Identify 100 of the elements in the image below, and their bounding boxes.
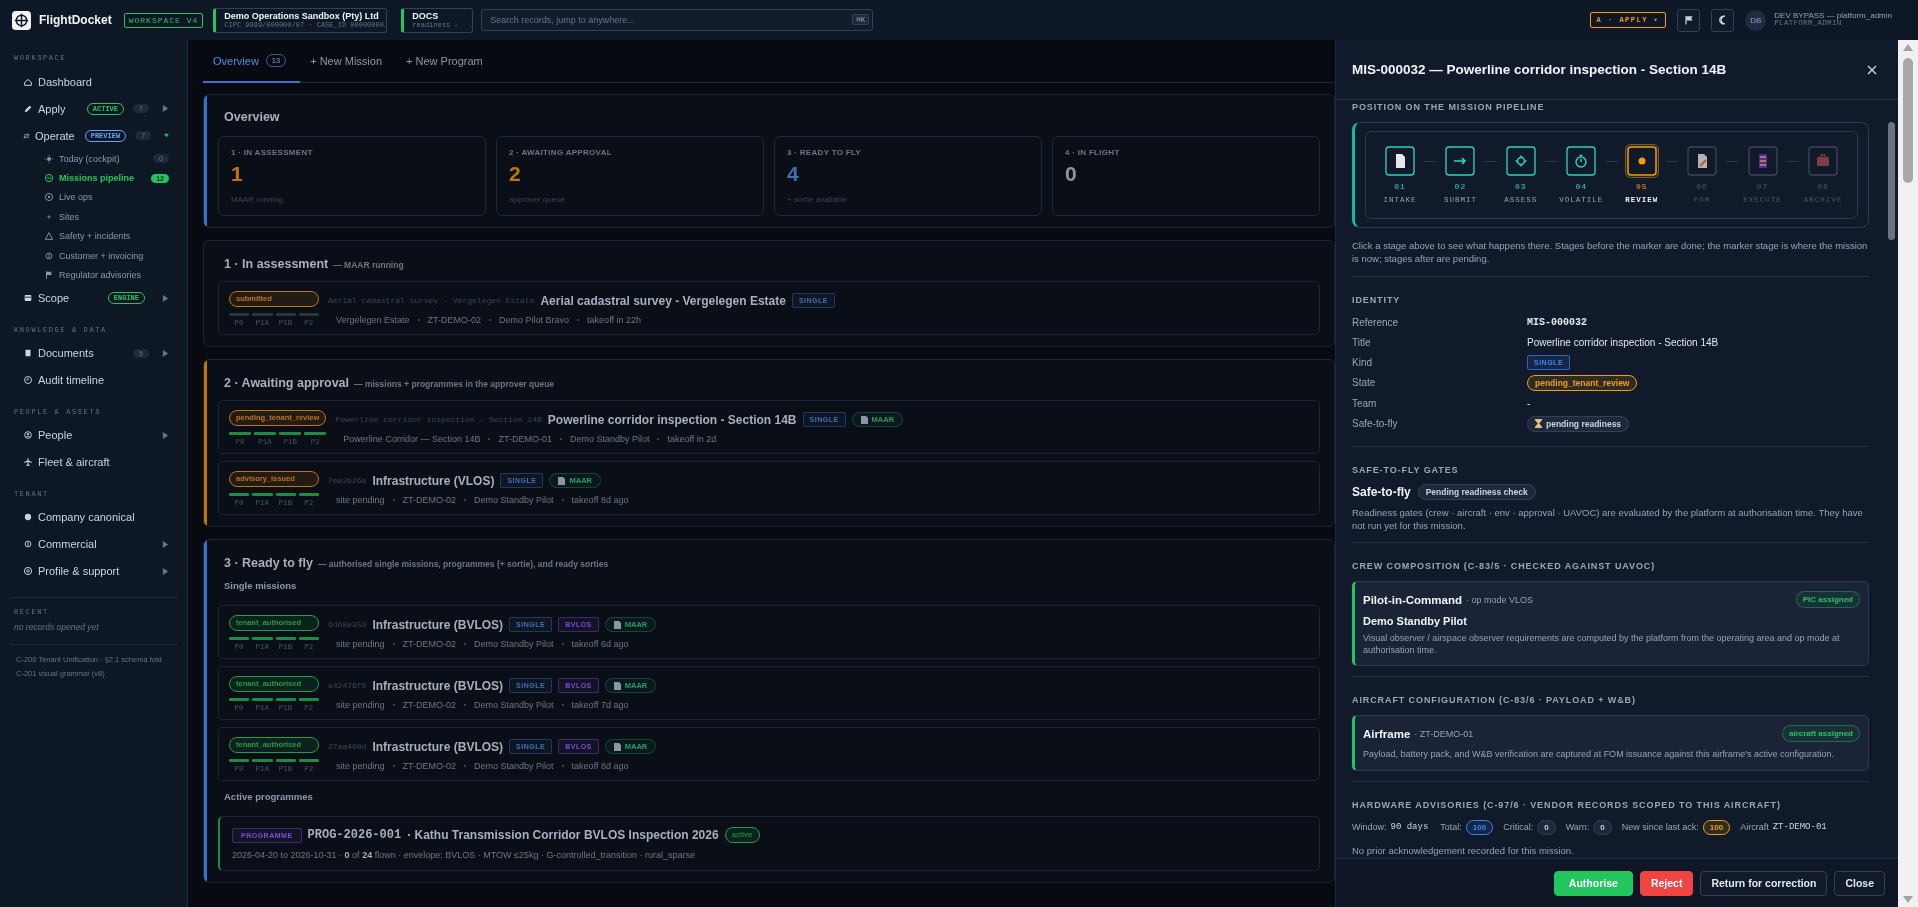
- section-heading: SAFE-TO-FLY GATES: [1352, 463, 1460, 476]
- readiness-pill: pending readiness: [1527, 415, 1630, 432]
- theme-button[interactable]: [1711, 8, 1735, 32]
- document-icon: [1383, 144, 1417, 178]
- mission-meta: takeoff in 22h: [587, 315, 641, 325]
- stat-label: 4 · IN FLIGHT: [1065, 148, 1121, 157]
- person-icon: [23, 430, 33, 441]
- flag-button[interactable]: [1677, 8, 1701, 32]
- clock-icon: [23, 375, 33, 386]
- document-icon: [860, 415, 868, 424]
- section-heading: IDENTITY: [1352, 293, 1402, 306]
- stat-label: Warn:: [1565, 822, 1590, 833]
- close-icon: [1867, 64, 1877, 75]
- field-label: Title: [1352, 335, 1372, 350]
- mission-meta: site pending: [336, 639, 385, 649]
- briefcase-icon: [1805, 144, 1840, 178]
- mission-meta: Demo Standby Pilot: [474, 495, 554, 505]
- card-note: Visual observer / airspace observer requirements are computed by the platform from the operating area and op mode at authorisation time.: [1363, 632, 1841, 657]
- home-icon: [23, 76, 33, 87]
- nav-item[interactable]: Fleet & aircraft: [8, 448, 179, 476]
- stat-value: 0: [1065, 163, 1078, 184]
- nav-item[interactable]: Dashboard: [8, 68, 179, 95]
- avatar: DB: [1745, 9, 1767, 31]
- assigned-badge: PIC assigned: [1795, 591, 1860, 609]
- document-icon: [23, 348, 33, 359]
- mission-meta: takeoff 7d ago: [571, 700, 629, 710]
- nav-item[interactable]: Regulator advisories: [8, 265, 179, 285]
- section-heading: AIRCRAFT CONFIGURATION (C-83/6 · PAYLOAD + W&B): [1352, 694, 1637, 707]
- field-label: Reference: [1352, 315, 1400, 330]
- target-icon: [44, 173, 54, 184]
- mission-title: Infrastructure (VLOS): [372, 473, 495, 488]
- mission-row[interactable]: [218, 400, 1320, 454]
- stat-label: 1 · IN ASSESSMENT: [231, 148, 314, 157]
- circle-icon: [44, 192, 54, 203]
- card-note: Payload, battery pack, and W&B verification are captured at FOM issuance against this airframe's active configuration.: [1363, 748, 1835, 761]
- pencil-icon: [23, 103, 33, 114]
- panel-title: MIS-000032 — Powerline corridor inspection - Section 14B: [1352, 62, 1727, 77]
- stat-label: 3 · READY TO FLY: [787, 148, 862, 157]
- count-badge: 0: [1537, 819, 1556, 835]
- mission-meta: Demo Pilot Bravo: [499, 315, 570, 325]
- nav-item[interactable]: Safety + incidents: [8, 226, 179, 246]
- mission-meta: takeoff 8d ago: [571, 761, 629, 771]
- group-heading: Active programmes: [224, 791, 314, 802]
- mission-title: Infrastructure (BVLOS): [372, 617, 504, 632]
- pilot-name: Demo Standby Pilot: [1363, 615, 1468, 628]
- mission-meta: ZT-DEMO-02: [402, 761, 457, 771]
- section-subtitle: — missions + programmes in the approver queue: [354, 379, 555, 389]
- count-badge: 100: [1702, 819, 1731, 835]
- section-title: 2 · Awaiting approval: [224, 376, 350, 390]
- scrollbar-thumb[interactable]: [1888, 122, 1895, 240]
- app-name: FlightDocket: [39, 13, 112, 27]
- nav-item[interactable]: Profile & support: [8, 557, 179, 585]
- section-heading: HARDWARE ADVISORIES (C-97/6 · VENDOR RECORDS SCOPED TO THIS AIRCRAFT): [1352, 798, 1782, 811]
- count-badge: 100: [1465, 819, 1494, 835]
- warning-icon: [44, 231, 54, 242]
- mission-meta: takeoff 8d ago: [571, 495, 629, 505]
- mission-meta: Demo Standby Pilot: [569, 434, 650, 444]
- help-text: No prior acknowledgement recorded for this mission.: [1352, 843, 1575, 857]
- document-pencil-icon: [1685, 144, 1720, 178]
- tab[interactable]: + New Mission: [300, 40, 396, 83]
- nav-item[interactable]: People: [8, 421, 179, 449]
- down-arrow-icon: [1903, 896, 1913, 903]
- scrollbar-thumb[interactable]: [1903, 58, 1913, 183]
- field-value: Powerline corridor inspection - Section 14B: [1527, 336, 1719, 348]
- mission-title: Infrastructure (BVLOS): [372, 678, 504, 693]
- stat-label: Total:: [1440, 822, 1462, 833]
- tab[interactable]: + New Program: [396, 40, 497, 83]
- panel-title: Overview: [224, 110, 281, 124]
- readiness-pill: Pending readiness check: [1417, 483, 1536, 500]
- nav-item[interactable]: Sites: [8, 207, 179, 227]
- action-button[interactable]: Return for correction: [1700, 870, 1828, 896]
- nav-item[interactable]: Live ops: [8, 187, 179, 208]
- stopwatch-icon: [1564, 144, 1599, 178]
- nav-item[interactable]: Customer + invoicing: [8, 245, 179, 266]
- mission-meta: Demo Standby Pilot: [474, 700, 554, 710]
- mission-meta: site pending: [336, 495, 385, 505]
- mission-meta: site pending: [336, 700, 385, 710]
- coin-icon: [23, 539, 33, 550]
- document-icon: [613, 742, 621, 751]
- field-value: -: [1527, 397, 1531, 409]
- nav-item[interactable]: Commercial: [8, 530, 179, 558]
- stat-value: 4: [787, 163, 800, 184]
- role-title: Pilot-in-Command: [1363, 593, 1463, 606]
- reject-button[interactable]: Reject: [1639, 870, 1694, 896]
- field-label: Safe-to-fly: [1352, 417, 1399, 432]
- section-heading: CREW COMPOSITION (C-83/5 · CHECKED AGAINST UAVOC): [1352, 560, 1657, 573]
- abacus-icon: [1745, 144, 1780, 178]
- field-label: State: [1352, 376, 1377, 391]
- nav-item[interactable]: Company canonical: [8, 503, 179, 531]
- dot-icon: [1624, 144, 1659, 178]
- flag-icon: [44, 270, 54, 281]
- programme-title: · Kathu Transmission Corridor BVLOS Inspection 2026: [407, 828, 719, 842]
- field-label: Team: [1352, 396, 1378, 411]
- flag-icon: [1683, 15, 1694, 25]
- nav-item[interactable]: Audit timeline: [8, 366, 179, 394]
- mission-meta: Demo Standby Pilot: [474, 761, 554, 771]
- document-icon: [613, 681, 621, 690]
- stat-value: ZT-DEMO-01: [1772, 822, 1827, 833]
- action-button[interactable]: Close: [1834, 870, 1885, 896]
- workspace-badge: WORKSPACE V4: [123, 12, 204, 28]
